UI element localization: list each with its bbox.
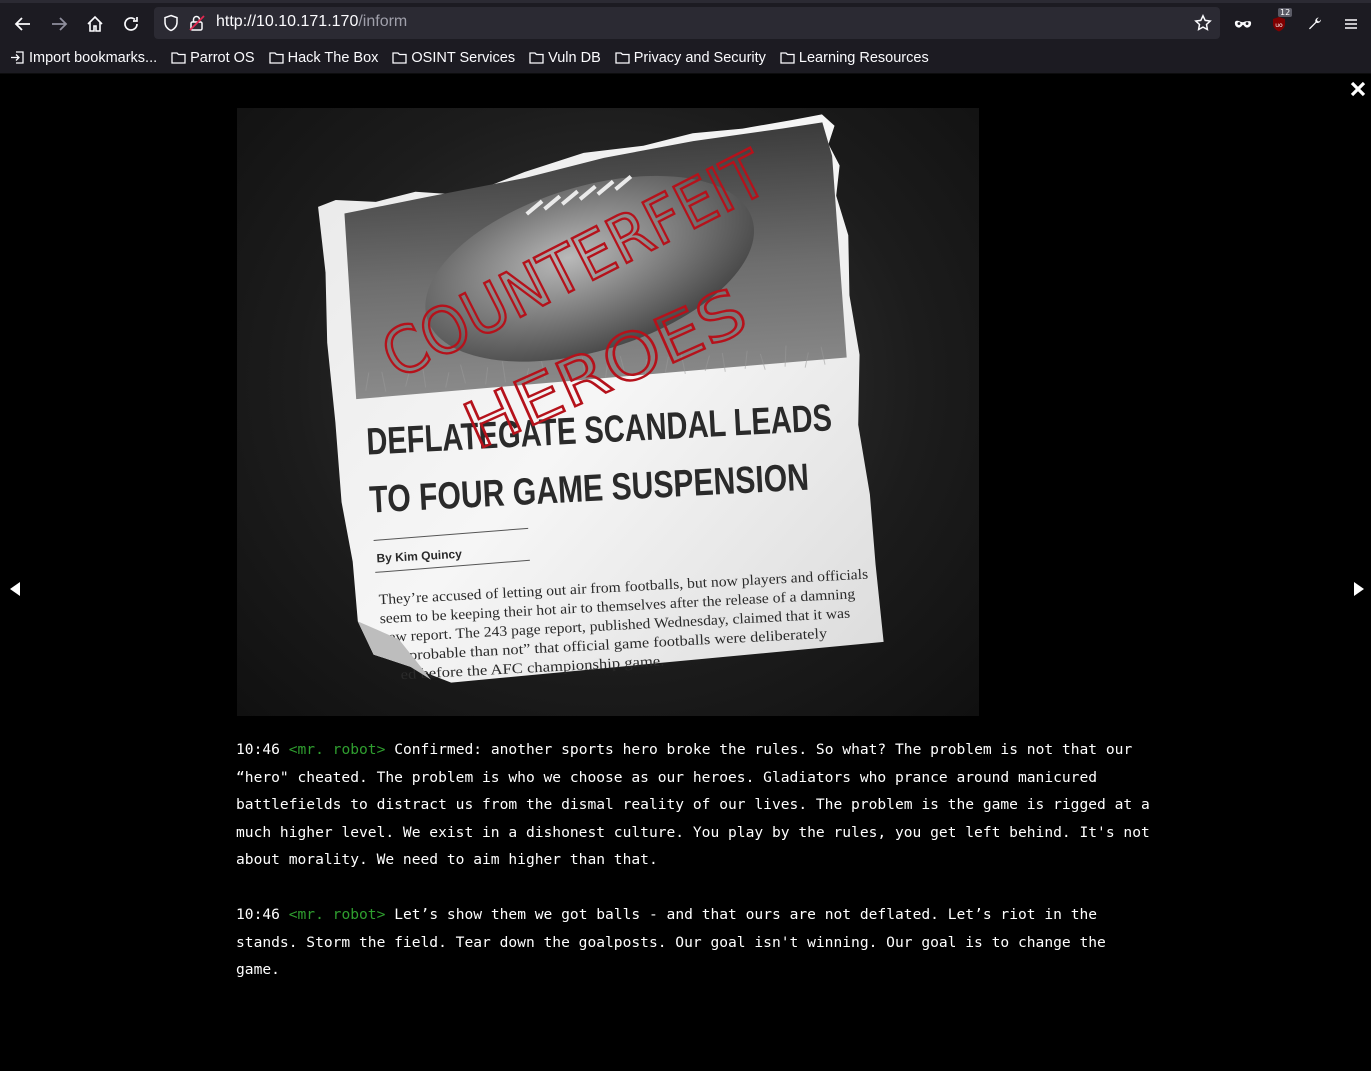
message-text: Confirmed: another sports hero broke the… — [236, 741, 1150, 868]
folder-icon — [529, 52, 544, 64]
newspaper-illustration: DEFLATEGATE SCANDAL LEADS TO FOUR GAME S… — [318, 114, 884, 683]
message-nick: <mr. robot> — [288, 906, 386, 923]
mask-icon — [1234, 20, 1252, 28]
folder-icon — [268, 52, 284, 64]
arrow-right-icon — [52, 17, 68, 31]
url-path: /inform — [358, 13, 408, 30]
svg-text:uo: uo — [1275, 22, 1283, 29]
private-browsing-button[interactable] — [1228, 9, 1258, 39]
extension-badge: 12 — [1278, 8, 1293, 17]
reload-button[interactable] — [116, 9, 146, 39]
bookmark-folder-privacy-and-security[interactable]: Privacy and Security — [615, 50, 766, 66]
folder-icon — [392, 52, 408, 64]
insecure-lock-icon[interactable] — [188, 14, 206, 32]
app-menu-button[interactable] — [1336, 9, 1366, 39]
message-time: 10:46 — [236, 906, 280, 923]
bookmark-import[interactable]: Import bookmarks... — [10, 50, 157, 66]
bookmark-label: Import bookmarks... — [29, 49, 158, 66]
url-host: http://10.10.171.170 — [216, 13, 359, 30]
bookmark-folder-parrot-os[interactable]: Parrot OS — [171, 49, 255, 66]
bookmark-folder-learning-resources[interactable]: Learning Resources — [780, 50, 929, 66]
folder-icon — [615, 52, 630, 64]
next-arrow-icon[interactable] — [1352, 581, 1366, 597]
bookmark-folder-vuln-db[interactable]: Vuln DB — [529, 50, 601, 66]
import-icon — [11, 51, 24, 64]
bookmark-label: OSINT Services — [411, 49, 516, 66]
chat-log: 10:46 <mr. robot> Confirmed: another spo… — [236, 736, 1156, 1011]
bookmark-folder-osint-services[interactable]: OSINT Services — [392, 50, 515, 66]
url-text[interactable]: http://10.10.171.170/inform — [216, 13, 407, 31]
address-bar[interactable]: http://10.10.171.170/inform — [154, 7, 1220, 39]
home-icon — [87, 15, 103, 32]
forward-button[interactable] — [44, 9, 74, 39]
chat-message: 10:46 <mr. robot> Let’s show them we got… — [236, 901, 1156, 984]
wrench-icon — [1309, 17, 1321, 30]
bookmark-label: Learning Resources — [798, 49, 929, 66]
hamburger-menu-icon — [1345, 19, 1357, 29]
back-button[interactable] — [8, 9, 38, 39]
home-button[interactable] — [80, 9, 110, 39]
reload-icon — [124, 17, 138, 31]
developer-tools-button[interactable] — [1300, 9, 1330, 39]
bookmark-label: Privacy and Security — [633, 49, 766, 66]
browser-toolbar: http://10.10.171.170/inform uo 12 — [0, 0, 1371, 42]
arrow-left-icon — [14, 17, 30, 31]
page-content: DEFLATEGATE SCANDAL LEADS TO FOUR GAME S… — [0, 74, 1371, 1071]
star-bookmark-icon[interactable] — [1194, 14, 1212, 32]
folder-icon — [780, 52, 795, 64]
newspaper-clipping-image: DEFLATEGATE SCANDAL LEADS TO FOUR GAME S… — [237, 108, 979, 716]
message-time: 10:46 — [236, 741, 280, 758]
bookmark-label: Parrot OS — [190, 49, 255, 66]
bookmarks-toolbar: Import bookmarks... Parrot OS Hack The B… — [0, 42, 1371, 74]
ublock-extension-button[interactable]: uo 12 — [1264, 8, 1294, 39]
bookmark-label: Vuln DB — [548, 49, 601, 66]
folder-icon — [171, 52, 186, 64]
chat-message: 10:46 <mr. robot> Confirmed: another spo… — [236, 736, 1156, 874]
bookmark-label: Hack The Box — [287, 49, 379, 66]
close-icon[interactable] — [1349, 80, 1367, 98]
message-nick: <mr. robot> — [288, 741, 386, 758]
previous-arrow-icon[interactable] — [8, 581, 22, 597]
bookmark-folder-hack-the-box[interactable]: Hack The Box — [268, 49, 379, 66]
ublock-shield-icon: uo — [1273, 17, 1285, 32]
shield-icon[interactable] — [162, 14, 180, 32]
